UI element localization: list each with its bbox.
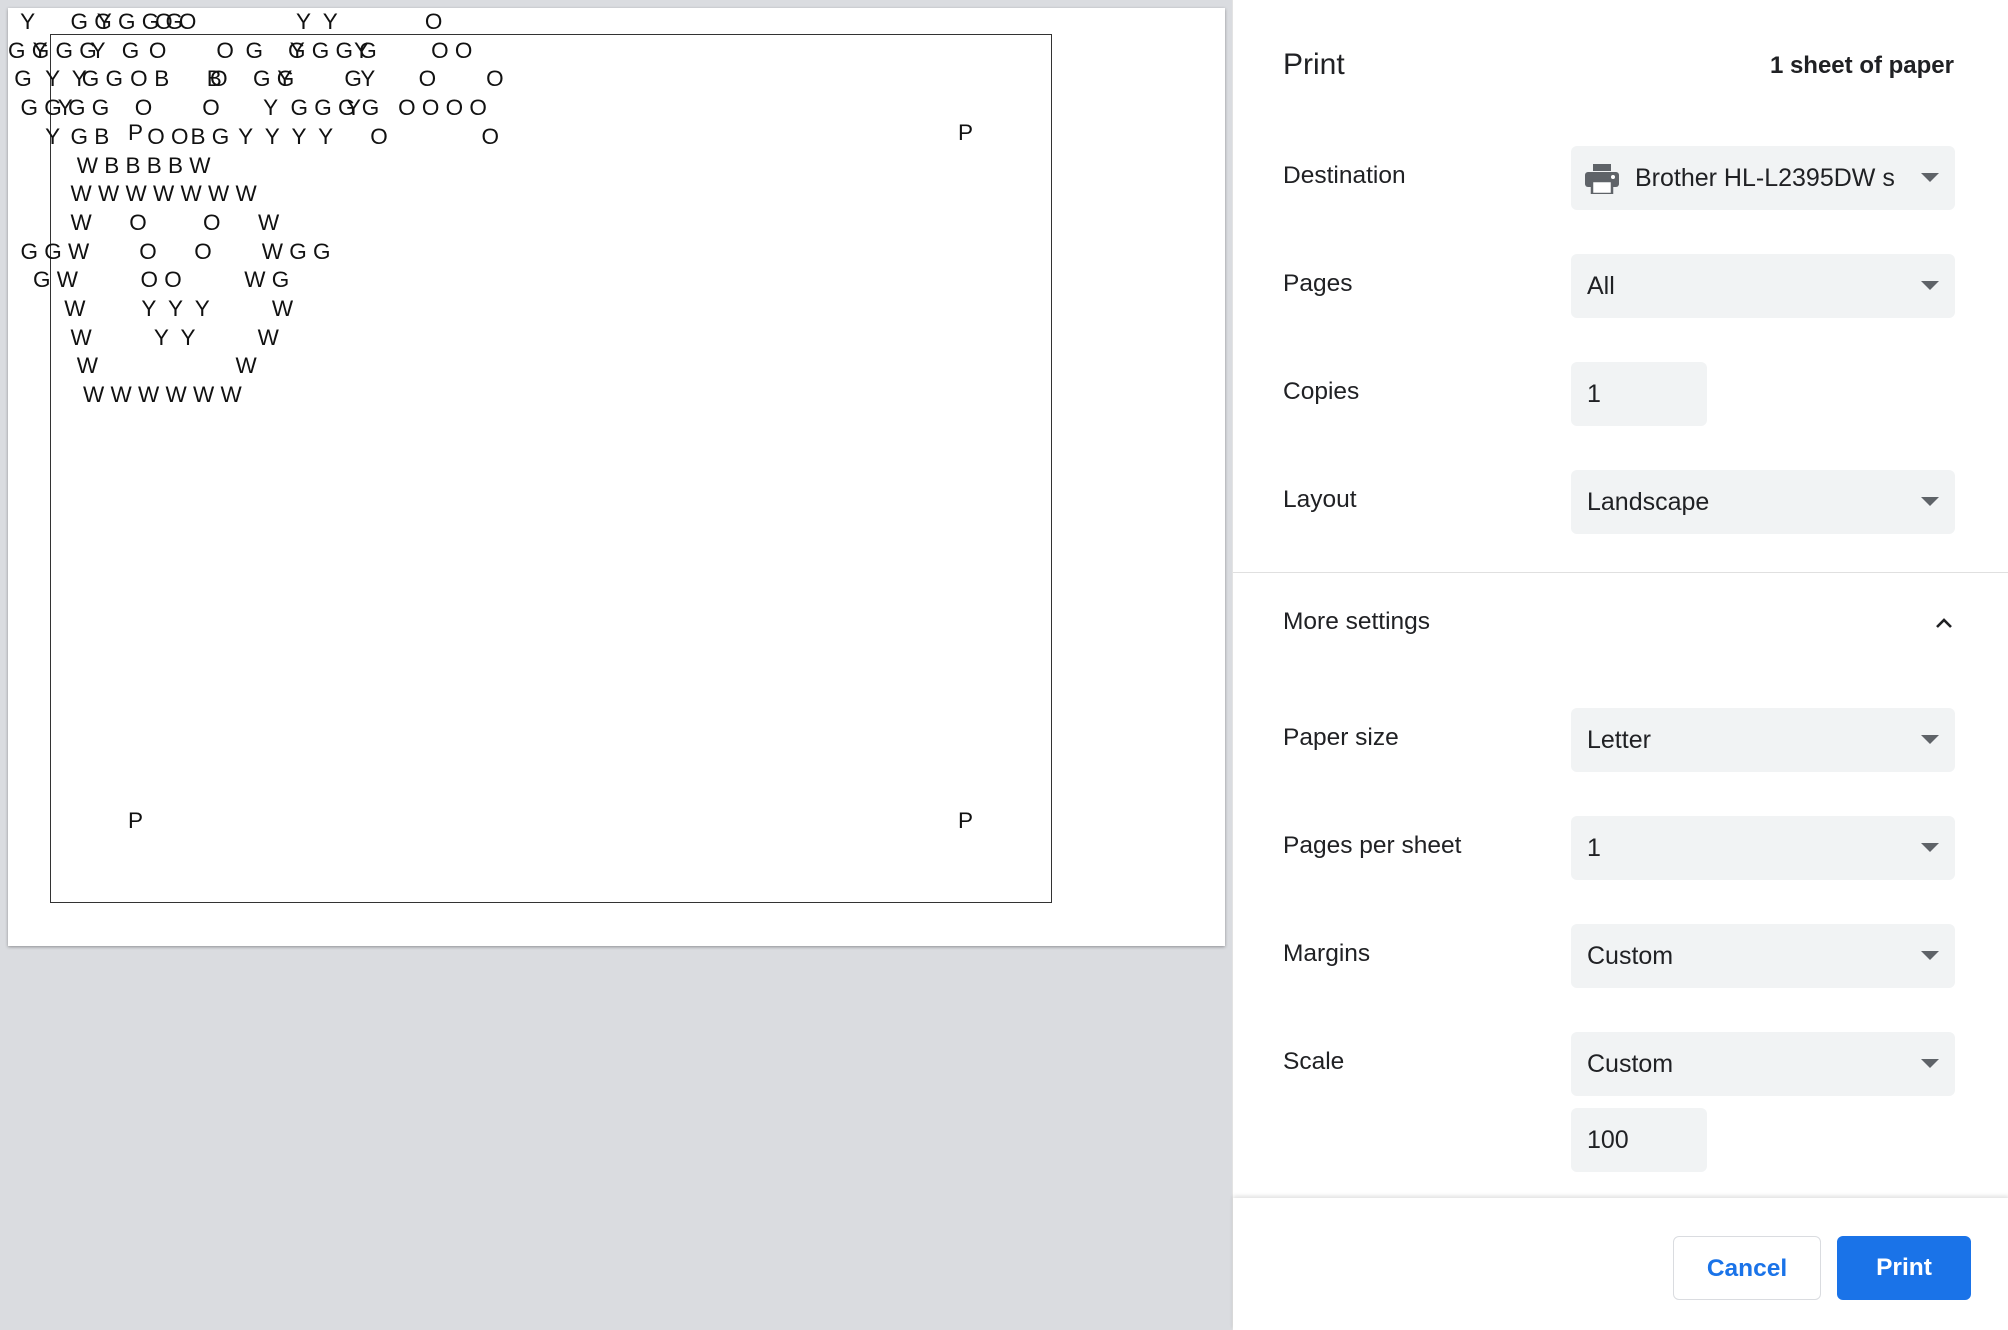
caret-down-icon [1921,951,1939,960]
print-preview-area: P P P P G G G G G G G G G G G G G G G G … [0,0,1232,1330]
copies-input[interactable]: 1 [1571,362,1707,426]
art-line: Y O O Y Y O O O O [8,95,487,121]
art-line: W W [8,353,257,379]
art-line: W W W W W W [8,382,242,408]
margins-value: Custom [1587,942,1674,970]
scale-select[interactable]: Custom [1571,1032,1955,1096]
section-divider [1233,572,2008,573]
layout-select[interactable]: Landscape [1571,470,1955,534]
art-line: G G W O O W G G [8,238,331,264]
pages-per-sheet-label: Pages per sheet [1283,832,1462,859]
scale-custom-value: 100 [1587,1126,1629,1154]
corner-mark-top-right: P [958,120,974,145]
paper-size-label: Paper size [1283,724,1399,751]
art-line: W Y Y W [8,324,279,350]
scale-label: Scale [1283,1048,1345,1075]
art-line: Y Y O O Y Y O O [8,37,473,63]
print-settings-panel: Print 1 sheet of paper Destination Broth… [1232,0,2008,1330]
copies-value: 1 [1587,380,1601,408]
margins-select[interactable]: Custom [1571,924,1955,988]
paper-size-value: Letter [1587,726,1651,754]
preview-page: P P P P G G G G G G G G G G G G G G G G … [8,8,1225,946]
print-button[interactable]: Print [1837,1236,1971,1300]
paper-size-select[interactable]: Letter [1571,708,1955,772]
caret-down-icon [1921,281,1939,290]
sheet-count: 1 sheet of paper [1769,52,1954,79]
art-line: W Y Y Y W [8,296,294,321]
corner-mark-bottom-right: P [958,808,974,833]
art-line: W O O W [8,209,280,235]
art-line: Y Y O O Y Y O [8,9,443,34]
caret-down-icon [1921,1059,1939,1068]
caret-down-icon [1921,173,1939,182]
art-line: W W W W W W W [8,181,257,207]
more-settings-label: More settings [1283,608,1431,635]
printer-icon [1585,164,1619,194]
pages-value: All [1587,272,1615,300]
copies-label: Copies [1283,378,1360,405]
dialog-footer: Cancel Print [1233,1198,2008,1330]
caret-down-icon [1921,497,1939,506]
corner-mark-bottom-left: P [128,808,144,833]
art-line: Y Y O O Y Y O O [8,66,504,92]
margins-label: Margins [1283,940,1371,967]
art-line: G W O O W G [8,267,290,293]
destination-value: Brother HL-L2395DW s [1635,164,1895,192]
pages-select[interactable]: All [1571,254,1955,318]
scale-value: Custom [1587,1050,1674,1078]
dialog-title: Print [1283,48,1345,81]
art-line: Y O O Y Y Y Y O O [8,123,500,149]
destination-select[interactable]: Brother HL-L2395DW s [1571,146,1955,210]
chevron-up-icon [1936,618,1952,628]
caret-down-icon [1921,735,1939,744]
scale-custom-input[interactable]: 100 [1571,1108,1707,1172]
pages-per-sheet-value: 1 [1587,834,1601,862]
pages-label: Pages [1283,270,1353,297]
cancel-button[interactable]: Cancel [1673,1236,1821,1300]
more-settings-toggle[interactable]: More settings [1233,588,2008,658]
art-line: W B B B B W [8,152,211,178]
destination-label: Destination [1283,162,1406,189]
pages-per-sheet-select[interactable]: 1 [1571,816,1955,880]
caret-down-icon [1921,843,1939,852]
layout-value: Landscape [1587,488,1710,516]
layout-label: Layout [1283,486,1357,513]
